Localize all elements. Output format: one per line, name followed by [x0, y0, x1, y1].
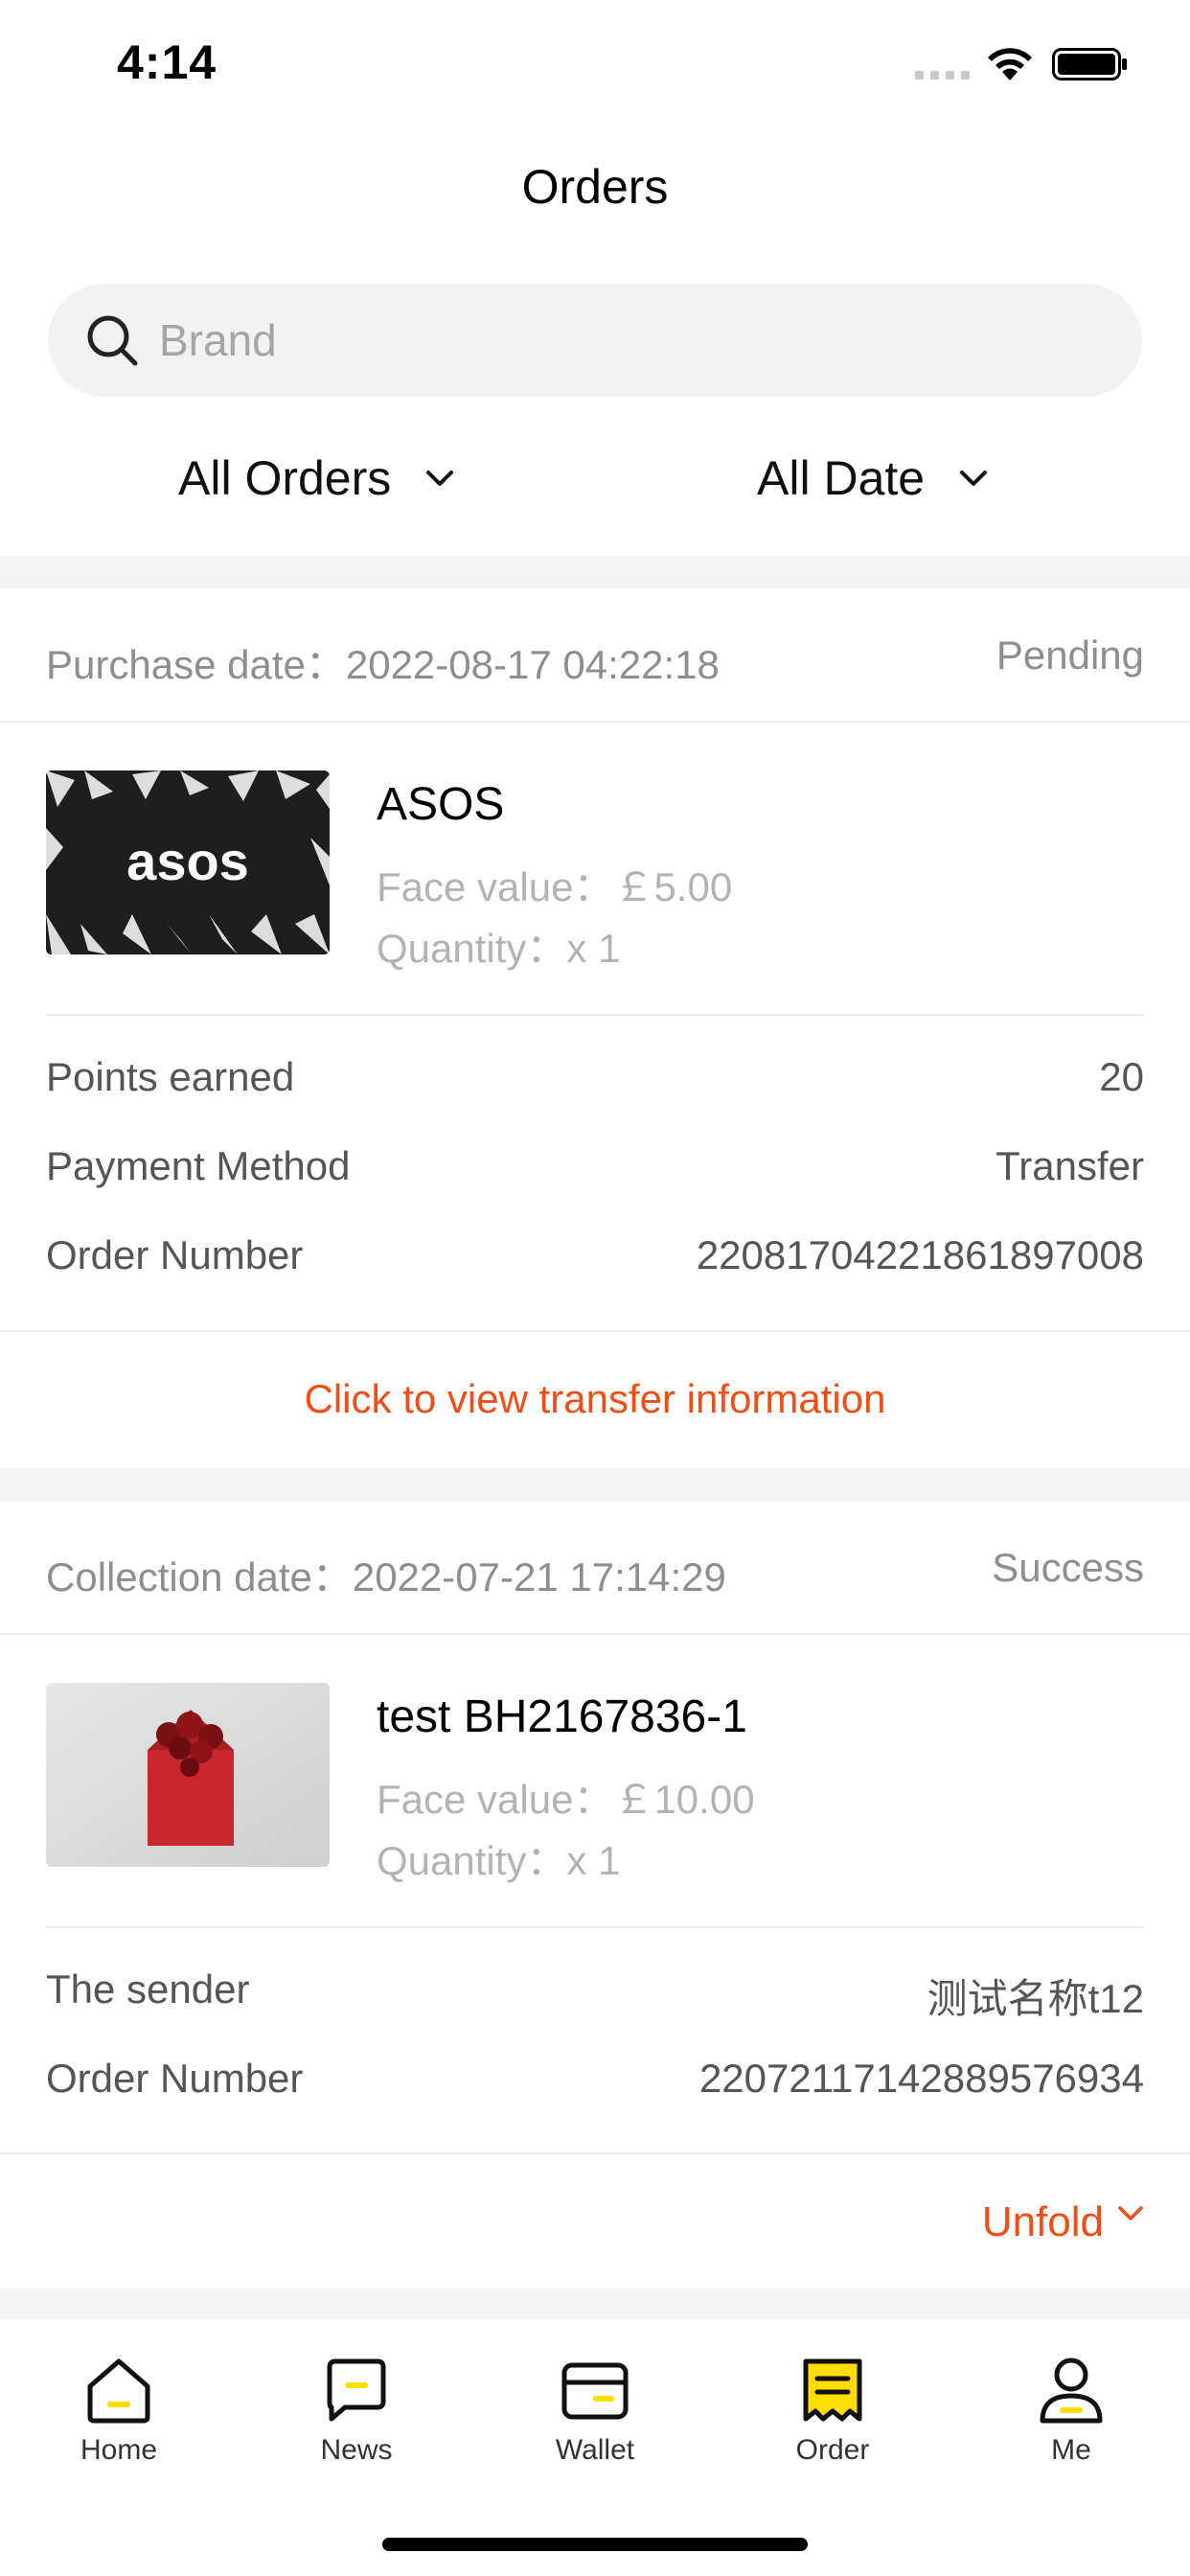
- order-card: Purchase date：2022-08-17 04:22:18 Pendin…: [0, 588, 1190, 1468]
- tab-label: Me: [1051, 2434, 1091, 2466]
- orders-filter-label: All Orders: [178, 451, 392, 505]
- sender-value: 测试名称t12: [927, 1976, 1144, 2021]
- order-card-header: Collection date：2022-07-21 17:14:29 Succ…: [0, 1501, 1190, 1635]
- status-time: 4:14: [117, 35, 217, 89]
- chevron-down-icon: [960, 471, 988, 486]
- date-filter-dropdown[interactable]: All Date: [757, 450, 990, 506]
- tab-order[interactable]: Order: [737, 2354, 928, 2467]
- search-bar[interactable]: [48, 284, 1142, 397]
- order-number-value: 22081704221861897008: [696, 1232, 1144, 1277]
- quantity: Quantity：x 1: [377, 926, 621, 971]
- sender-label: The sender: [46, 1966, 250, 2012]
- wifi-icon: [988, 48, 1032, 80]
- cellular-signal-icon: [915, 71, 970, 80]
- divider: [46, 1926, 1144, 1928]
- tab-home[interactable]: Home: [23, 2354, 215, 2467]
- section-separator: [0, 2288, 1190, 2319]
- wallet-icon: [561, 2362, 629, 2420]
- order-status-badge: Success: [992, 1545, 1144, 1590]
- tab-me[interactable]: Me: [975, 2354, 1167, 2467]
- section-separator: [0, 1468, 1190, 1501]
- order-card-header: Purchase date：2022-08-17 04:22:18 Pendin…: [0, 588, 1190, 723]
- red-envelope-image: [46, 1683, 330, 1867]
- divider: [0, 2152, 1190, 2154]
- divider: [46, 1014, 1144, 1016]
- product-name: test BH2167836-1: [377, 1691, 747, 1742]
- date-filter-label: All Date: [757, 451, 926, 505]
- order-status-badge: Pending: [995, 632, 1144, 678]
- chevron-down-icon: [1118, 2206, 1143, 2220]
- order-card: Collection date：2022-07-21 17:14:29 Succ…: [0, 1501, 1190, 2288]
- order-icon: [803, 2358, 862, 2422]
- svg-text:asos: asos: [126, 831, 249, 891]
- chevron-down-icon: [426, 471, 454, 486]
- order-date: Purchase date：2022-08-17 04:22:18: [46, 642, 720, 687]
- product-name: ASOS: [377, 779, 505, 830]
- tab-label: News: [320, 2434, 393, 2466]
- status-bar: 4:14: [0, 0, 1190, 129]
- view-transfer-info-link[interactable]: Click to view transfer information: [0, 1376, 1190, 1422]
- tab-news[interactable]: News: [261, 2354, 452, 2467]
- points-earned-value: 20: [1099, 1054, 1144, 1099]
- chat-icon: [327, 2358, 386, 2422]
- battery-icon: [1052, 48, 1127, 80]
- tab-label: Home: [80, 2434, 158, 2466]
- asos-logo: asos: [46, 770, 330, 954]
- profile-icon: [1040, 2358, 1103, 2424]
- home-icon: [87, 2358, 150, 2424]
- page-title: Orders: [521, 160, 669, 214]
- divider: [0, 1330, 1190, 1332]
- order-number-label: Order Number: [46, 2056, 304, 2101]
- search-input[interactable]: [159, 284, 1098, 397]
- tab-label: Wallet: [555, 2434, 635, 2466]
- face-value: Face value：￡10.00: [377, 1777, 755, 1822]
- orders-filter-dropdown[interactable]: All Orders: [178, 450, 456, 506]
- home-indicator: [382, 2538, 808, 2551]
- unfold-label: Unfold: [981, 2198, 1104, 2245]
- points-earned-label: Points earned: [46, 1054, 295, 1099]
- section-separator: [0, 556, 1190, 588]
- tab-label: Order: [795, 2434, 870, 2466]
- face-value: Face value：￡5.00: [377, 864, 733, 909]
- product-image-asos[interactable]: asos: [46, 770, 330, 954]
- payment-method-label: Payment Method: [46, 1143, 351, 1188]
- order-date: Collection date：2022-07-21 17:14:29: [46, 1554, 726, 1599]
- payment-method-value: Transfer: [995, 1143, 1144, 1188]
- quantity: Quantity：x 1: [377, 1838, 621, 1883]
- order-number-label: Order Number: [46, 1232, 304, 1277]
- tab-wallet[interactable]: Wallet: [499, 2354, 691, 2467]
- search-icon: [87, 315, 138, 366]
- product-image-envelope[interactable]: [46, 1683, 330, 1867]
- order-number-value: 22072117142889576934: [698, 2056, 1144, 2101]
- unfold-button[interactable]: Unfold: [982, 2198, 1144, 2246]
